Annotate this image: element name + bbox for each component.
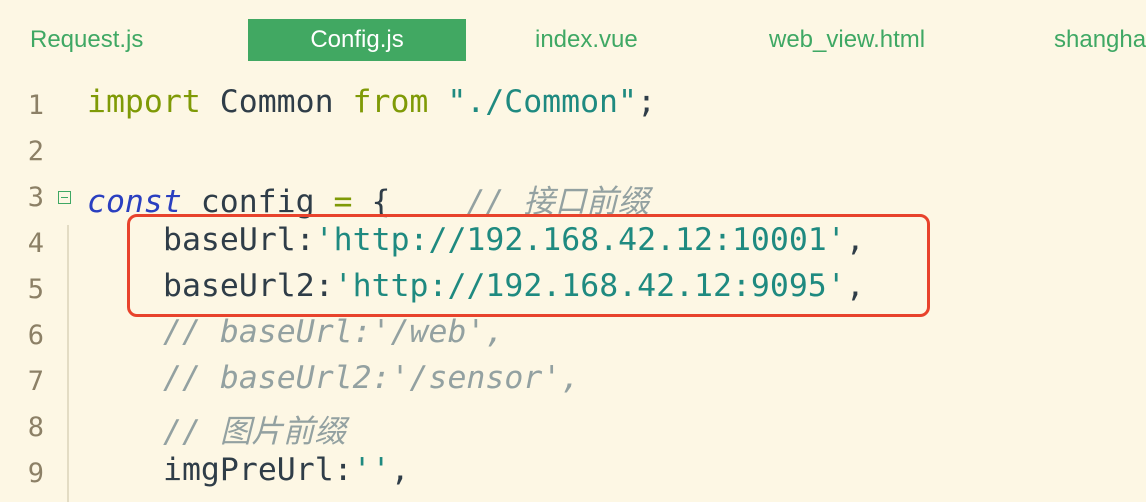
tab-config-js[interactable]: Config.js — [248, 19, 466, 61]
code-line: // baseUrl2:'/sensor', — [163, 360, 580, 396]
tab-web-view-html[interactable]: web_view.html — [769, 19, 925, 61]
tab-index-vue[interactable]: index.vue — [535, 19, 638, 61]
code-token: imgPreUrl: — [163, 452, 353, 488]
line-number: 3 — [27, 182, 44, 213]
line-number: 6 — [27, 320, 44, 351]
code-token: Common — [200, 84, 353, 120]
code-token: , — [390, 452, 410, 488]
code-line: imgPreUrl:'', — [163, 452, 410, 488]
tab-shanghai[interactable]: shanghai — [1054, 19, 1146, 61]
code-token: '' — [352, 452, 391, 488]
code-token: // 图片前缀 — [163, 414, 346, 450]
line-number: 2 — [27, 136, 44, 167]
indent-guide — [67, 225, 69, 502]
highlight-box — [127, 214, 930, 317]
code-token: from — [352, 84, 429, 120]
line-number: 4 — [27, 228, 44, 259]
line-number: 9 — [27, 458, 44, 489]
code-line: // 图片前缀 — [163, 406, 346, 452]
code-token: ; — [637, 84, 656, 120]
code-token: // baseUrl:'/web', — [163, 314, 505, 350]
line-number: 8 — [27, 412, 44, 443]
code-token: "./Common" — [428, 84, 637, 120]
line-number: 7 — [27, 366, 44, 397]
fold-collapse-icon[interactable] — [58, 191, 71, 204]
code-token: // baseUrl2:'/sensor', — [163, 360, 581, 396]
code-line: // baseUrl:'/web', — [163, 314, 504, 350]
tab-request-js[interactable]: Request.js — [30, 19, 143, 61]
line-number: 5 — [27, 274, 44, 305]
code-token: import — [87, 84, 201, 120]
line-number: 1 — [27, 90, 44, 121]
code-line: import Common from "./Common"; — [87, 84, 656, 120]
